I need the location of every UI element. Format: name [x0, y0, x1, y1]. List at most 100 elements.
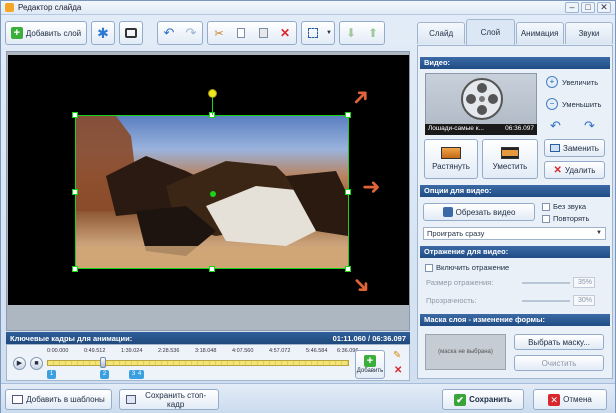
resize-handle-br[interactable]: [345, 266, 351, 272]
tick-label: 4:57.072: [269, 348, 291, 354]
slide-background: ➜ ➜ ➜: [8, 55, 409, 305]
align-grid-icon: [308, 28, 318, 38]
tick-label: 0:00.000: [47, 348, 69, 354]
zoom-in-button[interactable]: + Увеличить: [546, 76, 598, 88]
align-button[interactable]: [302, 22, 324, 44]
trim-video-label: Обрезать видео: [455, 207, 516, 217]
resize-handle-tl[interactable]: [72, 112, 78, 118]
clear-mask-button[interactable]: Очистить: [514, 355, 604, 371]
tab-slide[interactable]: Слайд: [417, 22, 466, 44]
keyframes-label: Ключевые кадры для анимации:: [10, 333, 133, 343]
replace-label: Заменить: [563, 143, 599, 153]
delete-keyframe-icon[interactable]: ✕: [394, 365, 402, 376]
save-freeze-frame-button[interactable]: Сохранить стоп-кадр: [119, 389, 219, 410]
copy-button[interactable]: [230, 22, 252, 44]
paste-button[interactable]: [252, 22, 274, 44]
tick-label: 2:28.536: [158, 348, 180, 354]
timeline-panel: ▶ ■ 0:00.000 0:49.512 1:39.024 2:28.536 …: [6, 344, 410, 381]
undo-button[interactable]: ↶: [158, 22, 180, 44]
save-label: Сохранить: [469, 395, 512, 404]
fit-button[interactable]: Уместить: [482, 139, 538, 179]
reflection-size-value[interactable]: 35%: [573, 277, 595, 288]
cut-button[interactable]: ✂: [208, 22, 230, 44]
delete-button[interactable]: ✕: [274, 22, 296, 44]
playhead[interactable]: [100, 357, 106, 368]
time-display: 01:11.060 / 06:36.097: [332, 333, 406, 343]
redo-button[interactable]: ↷: [180, 22, 202, 44]
toolbar: + Добавить слой ✱ ↶ ↷ ✂ ✕ ▼ ⬇ ⬆: [5, 19, 410, 47]
mute-checkbox[interactable]: Без звука: [542, 202, 586, 212]
resize-handle-b[interactable]: [209, 266, 215, 272]
stretch-button[interactable]: Растянуть: [424, 139, 478, 179]
rotation-line: [212, 95, 213, 115]
tick-label: 1:39.024: [121, 348, 143, 354]
center-point[interactable]: [210, 191, 216, 197]
video-section-header: Видео:: [420, 57, 610, 69]
move-up-button[interactable]: ⬆: [362, 22, 384, 44]
maximize-button[interactable]: □: [581, 2, 595, 13]
tab-layer[interactable]: Слой: [466, 19, 515, 45]
snowflake-icon: ✱: [97, 24, 109, 41]
replace-button[interactable]: Заменить: [544, 139, 605, 157]
play-icon: ▶: [16, 360, 23, 367]
resize-handle-bl[interactable]: [72, 266, 78, 272]
resize-handle-l[interactable]: [72, 189, 78, 195]
freeze-frame-icon: [126, 395, 137, 404]
tab-sounds[interactable]: Звуки: [564, 22, 613, 44]
keyframe-marker[interactable]: 2: [100, 370, 109, 379]
save-freeze-frame-label: Сохранить стоп-кадр: [145, 390, 207, 409]
edit-group: ✂ ✕: [207, 21, 297, 45]
tab-bar: Слайд Слой Анимация Звуки: [417, 19, 613, 45]
align-dropdown[interactable]: ▼: [324, 22, 334, 44]
cancel-x-icon: ✕: [548, 393, 561, 406]
timeline-track[interactable]: [47, 360, 349, 366]
choose-mask-button[interactable]: Выбрать маску...: [514, 334, 604, 350]
rotate-right-icon[interactable]: ↷: [584, 118, 595, 134]
pencil-icon[interactable]: ✎: [393, 350, 401, 361]
repeat-checkbox[interactable]: Повторять: [542, 214, 589, 224]
zoom-out-label: Уменьшить: [562, 99, 602, 109]
align-group: ▼: [301, 21, 335, 45]
rotate-left-icon[interactable]: ↶: [550, 118, 561, 134]
arrow-up-icon: ⬆: [367, 26, 379, 40]
add-to-templates-button[interactable]: Добавить в шаблоны: [5, 389, 112, 410]
rotation-handle[interactable]: [208, 89, 217, 98]
zoom-out-button[interactable]: − Уменьшить: [546, 98, 601, 110]
play-button[interactable]: ▶: [13, 357, 26, 370]
close-button[interactable]: ✕: [597, 2, 611, 13]
delete-video-button[interactable]: ✕ Удалить: [544, 161, 605, 179]
layer-order-button[interactable]: [119, 21, 143, 45]
reflection-size-slider[interactable]: [522, 282, 570, 284]
enable-reflection-checkbox[interactable]: Включить отражение: [425, 263, 509, 273]
add-to-templates-label: Добавить в шаблоны: [26, 395, 105, 404]
move-down-button[interactable]: ⬇: [340, 22, 362, 44]
add-layer-button[interactable]: + Добавить слой: [5, 21, 87, 45]
add-keyframe-button[interactable]: + Добавить: [355, 350, 385, 379]
play-mode-dropdown[interactable]: Проиграть сразу: [423, 227, 606, 240]
checkbox-box: [542, 215, 550, 224]
layers-icon: [125, 28, 137, 38]
minimize-button[interactable]: –: [565, 2, 579, 13]
save-button[interactable]: ✔ Сохранить: [442, 389, 524, 410]
slide-canvas[interactable]: ➜ ➜ ➜: [6, 51, 410, 331]
arrow-down-icon: ⬇: [345, 26, 357, 40]
tab-animation[interactable]: Анимация: [515, 22, 564, 44]
stretch-icon: [441, 147, 461, 159]
transparency-slider[interactable]: [522, 300, 570, 302]
cancel-button[interactable]: ✕ Отмена: [533, 389, 607, 410]
keyframe-marker[interactable]: 4: [135, 370, 144, 379]
resize-handle-tr[interactable]: [345, 112, 351, 118]
trim-video-button[interactable]: Обрезать видео: [423, 203, 535, 221]
tick-label: 3:18.048: [195, 348, 217, 354]
effects-button[interactable]: ✱: [91, 21, 115, 45]
layer-properties-panel: Видео: Лошади-самые к... 06:36.097 + Уве…: [417, 45, 613, 379]
resize-handle-r[interactable]: [345, 189, 351, 195]
plus-icon: +: [10, 27, 23, 39]
mask-header: Маска слоя - изменение формы:: [420, 314, 610, 326]
keyframe-marker[interactable]: 1: [47, 370, 56, 379]
stop-button[interactable]: ■: [30, 357, 43, 370]
app-icon: [5, 3, 14, 12]
zoom-in-label: Увеличить: [562, 77, 599, 87]
transparency-value[interactable]: 30%: [573, 295, 595, 306]
checkmark-icon: ✔: [454, 393, 467, 406]
